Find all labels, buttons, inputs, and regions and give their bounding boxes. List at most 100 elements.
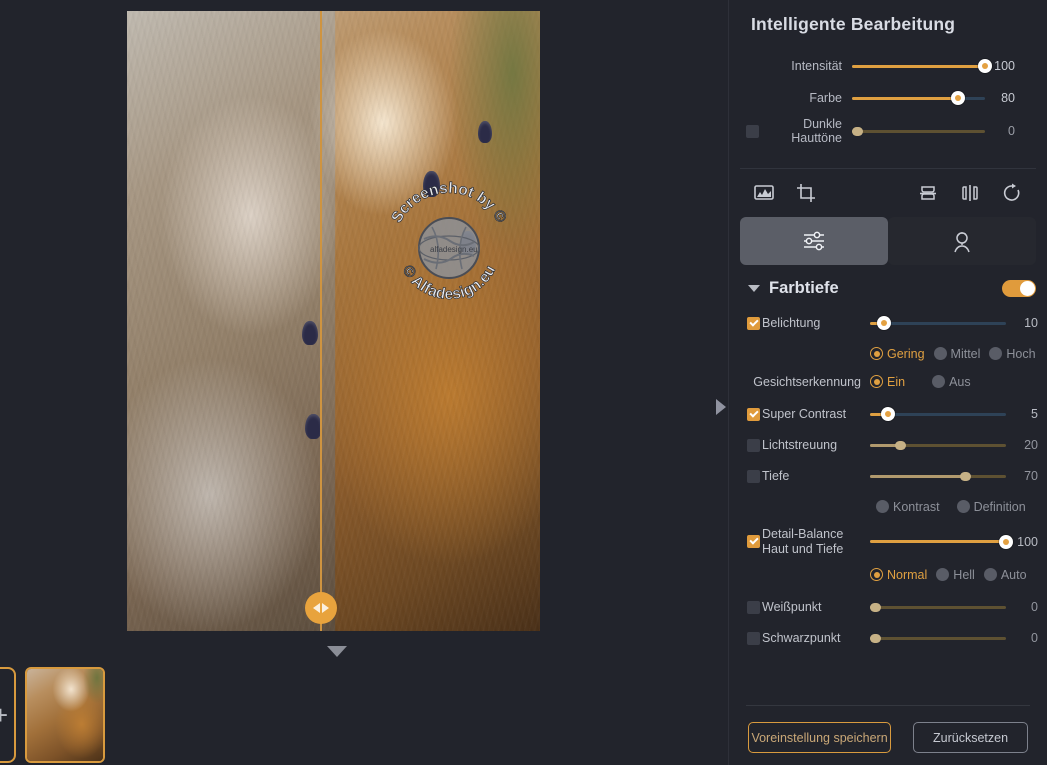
farbe-label: Farbe — [809, 90, 842, 105]
radio-hell-label: Hell — [953, 567, 975, 582]
reset-button[interactable]: Zurücksetzen — [913, 722, 1028, 753]
slider-knob[interactable] — [876, 316, 891, 331]
toggle-knob — [1020, 280, 1035, 296]
flip-horizontal-icon[interactable] — [960, 183, 980, 203]
farbe-slider[interactable] — [852, 89, 985, 107]
nail-accent — [478, 121, 492, 143]
belichtung-checkbox[interactable] — [747, 316, 760, 330]
super-contrast-slider[interactable] — [870, 405, 1006, 423]
crop-icon[interactable] — [796, 183, 816, 203]
belichtung-checkbox-wrap[interactable] — [740, 316, 762, 330]
weisspunkt-label: Weißpunkt — [762, 600, 822, 615]
radio-gering[interactable]: Gering — [870, 347, 930, 361]
belichtung-slider[interactable] — [870, 314, 1006, 332]
radio-kontrast[interactable]: Kontrast — [876, 500, 945, 514]
slider-knob[interactable] — [870, 602, 882, 612]
slider-knob[interactable] — [894, 440, 906, 450]
add-image-button[interactable]: + — [0, 667, 16, 763]
panel-footer: Voreinstellung speichern Zurücksetzen — [729, 705, 1047, 765]
detail-balance-slider[interactable] — [870, 533, 1013, 551]
lichtstreuung-label: Lichtstreuung — [762, 438, 838, 453]
lichtstreuung-checkbox[interactable] — [747, 438, 760, 452]
slider-knob[interactable] — [999, 534, 1013, 549]
schwarzpunkt-value: 0 — [1031, 631, 1038, 646]
gesichtserkennung-label: Gesichtserkennung — [753, 374, 861, 389]
thumbnail-1[interactable] — [25, 667, 105, 763]
tiefe-checkbox-wrap[interactable] — [740, 469, 762, 483]
tab-portrait[interactable] — [888, 216, 1036, 265]
rotate-icon[interactable] — [1002, 183, 1022, 203]
right-sidebar: Intelligente Bearbeitung Intensität 100 … — [728, 0, 1047, 765]
weisspunkt-value: 0 — [1031, 600, 1038, 615]
compare-slider-handle[interactable] — [305, 592, 337, 624]
panel-tabs — [740, 216, 1036, 265]
photo-background-greenery — [449, 11, 540, 259]
radio-group-belichtung-level: Gering Mittel Hoch — [740, 343, 1036, 365]
radio-mittel[interactable]: Mittel — [933, 346, 986, 361]
dunkle-hauttoene-slider[interactable] — [852, 122, 985, 140]
radio-mittel-label: Mittel — [950, 346, 981, 361]
slider-knob[interactable] — [978, 59, 992, 73]
dunkle-hauttoene-checkbox[interactable] — [745, 124, 759, 138]
lichtstreuung-checkbox-wrap[interactable] — [740, 438, 762, 452]
radio-dot — [989, 347, 1003, 361]
radio-hoch[interactable]: Hoch — [989, 347, 1040, 361]
detail-balance-checkbox-wrap[interactable] — [740, 535, 762, 549]
tiefe-checkbox[interactable] — [747, 469, 760, 483]
weisspunkt-checkbox[interactable] — [747, 600, 760, 614]
radio-normal[interactable]: Normal — [870, 568, 932, 582]
super-contrast-checkbox-wrap[interactable] — [740, 407, 762, 421]
slider-track — [870, 636, 1006, 640]
farbe-value: 80 — [1001, 91, 1015, 105]
detail-balance-label-line2: Haut und Tiefe — [762, 541, 844, 556]
dunkle-hauttoene-value: 0 — [1008, 124, 1015, 139]
adjustment-row-super-contrast: Super Contrast 5 — [740, 399, 1038, 430]
lichtstreuung-slider[interactable] — [870, 436, 1006, 454]
weisspunkt-slider[interactable] — [870, 598, 1006, 616]
radio-ein[interactable]: Ein — [870, 375, 910, 389]
section-header-farbtiefe[interactable]: Farbtiefe — [740, 279, 1036, 298]
section-title: Farbtiefe — [769, 278, 839, 297]
radio-dot — [870, 375, 883, 389]
super-contrast-checkbox[interactable] — [747, 407, 760, 421]
dunkle-hauttoene-checkbox-wrap[interactable] — [740, 124, 764, 138]
smart-edit-row-dunkle-hauttoene: Dunkle Hauttöne 0 — [740, 117, 1036, 146]
slider-knob[interactable] — [951, 91, 966, 105]
radio-definition-label: Definition — [973, 499, 1026, 514]
slider-knob[interactable] — [960, 471, 972, 481]
tab-adjustments[interactable] — [740, 216, 888, 265]
schwarzpunkt-checkbox-wrap[interactable] — [740, 631, 762, 645]
tiefe-slider[interactable] — [870, 467, 1006, 485]
radio-definition[interactable]: Definition — [956, 499, 1031, 514]
image-preview[interactable]: alfadesign.eu Screenshot by © © Alfadesi… — [127, 11, 540, 631]
schwarzpunkt-checkbox[interactable] — [747, 631, 760, 645]
radio-aus[interactable]: Aus — [932, 375, 976, 389]
adjustment-row-lichtstreuung: Lichtstreuung 20 — [740, 430, 1038, 461]
adjustment-row-schwarzpunkt: Schwarzpunkt 0 — [740, 623, 1038, 654]
flip-vertical-icon[interactable] — [918, 183, 938, 203]
weisspunkt-checkbox-wrap[interactable] — [740, 600, 762, 614]
panel-expand-arrow[interactable] — [716, 399, 726, 415]
radio-kontrast-label: Kontrast — [893, 499, 940, 514]
image-toolbar — [740, 169, 1036, 217]
farbtiefe-toggle[interactable] — [1002, 279, 1036, 297]
radio-group-face-detection: Gesichtserkennung Ein Aus — [740, 371, 1036, 393]
slider-knob[interactable] — [880, 407, 895, 422]
detail-balance-label: Detail-Balance Haut und Tiefe — [762, 527, 870, 556]
intensitaet-slider[interactable] — [852, 57, 992, 75]
radio-auto[interactable]: Auto — [983, 567, 1032, 582]
detail-balance-checkbox[interactable] — [747, 535, 760, 549]
schwarzpunkt-slider[interactable] — [870, 629, 1006, 647]
smart-edit-panel: Intelligente Bearbeitung Intensität 100 … — [740, 0, 1036, 169]
expand-down-arrow[interactable] — [327, 646, 347, 657]
dunkle-hauttoene-label: Dunkle Hauttöne — [764, 117, 852, 146]
histogram-icon[interactable] — [754, 184, 774, 201]
slider-knob[interactable] — [852, 126, 864, 136]
radio-hell[interactable]: Hell — [936, 568, 980, 582]
slider-knob[interactable] — [870, 633, 882, 643]
save-preset-button[interactable]: Voreinstellung speichern — [748, 722, 892, 753]
radio-dot — [983, 568, 997, 582]
chevron-down-icon[interactable] — [748, 284, 760, 292]
sliders-icon — [804, 231, 824, 251]
radio-auto-label: Auto — [1000, 567, 1027, 582]
